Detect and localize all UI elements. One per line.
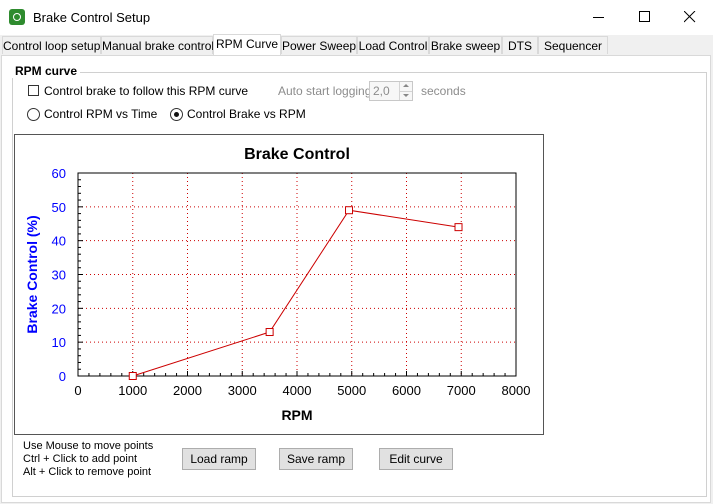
tab-rpm-curve[interactable]: RPM Curve xyxy=(213,34,281,55)
x-tick-label: 5000 xyxy=(337,383,366,398)
y-tick-label: 10 xyxy=(52,335,66,350)
save-ramp-button[interactable]: Save ramp xyxy=(279,448,353,470)
tab-strip: Control loop setup Manual brake control … xyxy=(0,34,713,55)
tab-sequencer[interactable]: Sequencer xyxy=(538,36,608,54)
y-tick-label: 40 xyxy=(52,234,66,249)
curve-point[interactable] xyxy=(265,328,274,337)
y-tick-label: 0 xyxy=(59,369,66,384)
chart-title: Brake Control xyxy=(244,146,350,163)
y-tick-label: 30 xyxy=(52,268,66,283)
x-axis-label: RPM xyxy=(281,407,312,423)
curve-point[interactable] xyxy=(128,372,137,380)
auto-start-value[interactable]: 2,0 xyxy=(373,84,390,98)
radio-rpm-vs-time[interactable] xyxy=(27,108,40,121)
maximize-button[interactable] xyxy=(622,0,668,34)
tab-manual-brake-control[interactable]: Manual brake control xyxy=(101,36,214,54)
auto-start-spinner[interactable]: 2,0 xyxy=(369,81,413,101)
x-tick-label: 4000 xyxy=(283,383,312,398)
auto-start-unit: seconds xyxy=(421,84,466,98)
y-axis-label: Brake Control (%) xyxy=(24,215,40,333)
x-tick-label: 3000 xyxy=(228,383,257,398)
tab-power-sweep[interactable]: Power Sweep xyxy=(281,36,357,54)
follow-curve-checkbox[interactable] xyxy=(28,85,39,96)
close-icon xyxy=(684,11,696,23)
x-tick-label: 1000 xyxy=(118,383,147,398)
x-tick-label: 8000 xyxy=(502,383,531,398)
curve-point[interactable] xyxy=(454,223,463,232)
minimize-button[interactable] xyxy=(576,0,622,34)
follow-curve-label[interactable]: Control brake to follow this RPM curve xyxy=(44,84,248,98)
brake-control-chart[interactable]: Brake Control 0 1000 2000 3000 4000 5000 6000 70… xyxy=(14,134,544,435)
load-ramp-button[interactable]: Load ramp xyxy=(182,448,256,470)
minimize-icon xyxy=(593,17,604,18)
series-line xyxy=(132,209,459,377)
y-tick-label: 20 xyxy=(52,301,66,316)
group-title: RPM curve xyxy=(12,64,81,78)
edit-curve-button[interactable]: Edit curve xyxy=(379,448,453,470)
x-tick-label: 7000 xyxy=(447,383,476,398)
window-title: Brake Control Setup xyxy=(33,10,151,25)
title-bar: Brake Control Setup xyxy=(0,0,713,35)
y-tick-label: 60 xyxy=(52,166,66,181)
tab-load-control[interactable]: Load Control xyxy=(357,36,429,54)
x-tick-label: 2000 xyxy=(173,383,202,398)
tab-brake-sweep[interactable]: Brake sweep xyxy=(429,36,502,54)
app-icon xyxy=(9,9,25,25)
rpm-curve-panel: RPM curve Control brake to follow this R… xyxy=(1,55,711,503)
close-button[interactable] xyxy=(667,0,713,34)
y-tick-label: 50 xyxy=(52,200,66,215)
radio-brake-vs-rpm[interactable] xyxy=(170,108,183,121)
tab-control-loop-setup[interactable]: Control loop setup xyxy=(2,36,101,54)
help-line-remove: Alt + Click to remove point xyxy=(23,466,152,478)
radio-brake-vs-rpm-label[interactable]: Control Brake vs RPM xyxy=(187,107,306,121)
curve-point[interactable] xyxy=(345,206,354,215)
chart-canvas[interactable]: Brake Control 0 1000 2000 3000 4000 5000 6000 70… xyxy=(15,135,543,434)
spin-down-icon[interactable] xyxy=(399,91,412,100)
radio-rpm-vs-time-label[interactable]: Control RPM vs Time xyxy=(44,107,157,121)
maximize-icon xyxy=(639,11,650,22)
x-tick-label: 0 xyxy=(74,383,81,398)
help-line-move: Use Mouse to move points xyxy=(23,440,154,452)
help-line-add: Ctrl + Click to add point xyxy=(23,453,138,465)
spin-up-icon[interactable] xyxy=(399,82,412,91)
tab-dts[interactable]: DTS xyxy=(502,36,538,54)
x-tick-label: 6000 xyxy=(392,383,421,398)
